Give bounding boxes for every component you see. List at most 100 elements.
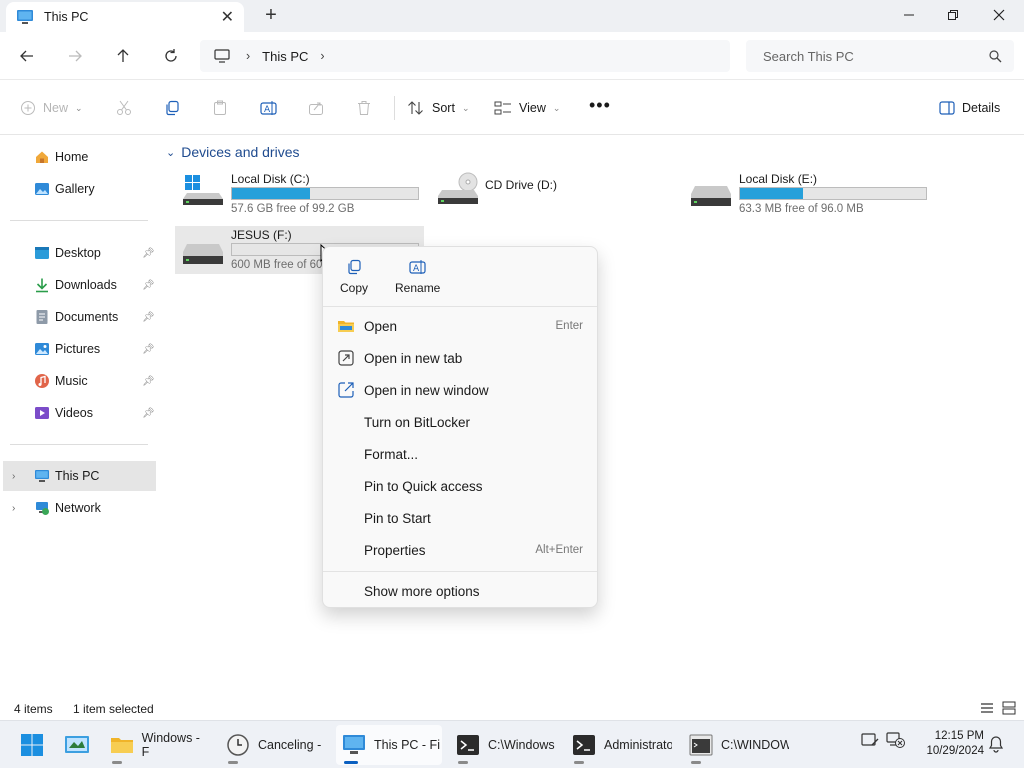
address-bar[interactable]: › This PC › xyxy=(200,40,730,72)
menu-item-open-in-new-tab[interactable]: Open in new tab xyxy=(327,343,593,373)
drive-d[interactable]: CD Drive (D:) xyxy=(430,170,680,218)
sidebar-item-home[interactable]: Home xyxy=(0,142,156,172)
context-copy-button[interactable]: Copy xyxy=(340,259,368,295)
trash-icon xyxy=(358,101,370,115)
forward-icon[interactable] xyxy=(63,44,87,68)
taskbar-task-administrator[interactable]: Administrato xyxy=(566,725,672,765)
paste-button[interactable] xyxy=(212,96,228,120)
taskbar-task-cmd[interactable]: C:\WINDOW xyxy=(683,725,789,765)
back-icon[interactable] xyxy=(15,44,39,68)
sidebar-item-music[interactable]: Music 📌︎ xyxy=(0,366,156,396)
drive-usage-bar xyxy=(739,187,927,200)
cd-drive-icon xyxy=(438,172,478,204)
new-tab-icon[interactable]: + xyxy=(262,4,280,27)
pictures-icon xyxy=(35,343,49,355)
menu-item-pin-to-start[interactable]: Pin to Start xyxy=(327,503,593,533)
menu-item-open-in-new-window[interactable]: Open in new window xyxy=(327,375,593,405)
minimize-icon[interactable] xyxy=(886,0,932,30)
sidebar-item-desktop[interactable]: Desktop 📌︎ xyxy=(0,238,156,268)
restore-icon[interactable] xyxy=(930,0,976,30)
context-menu-quick-actions: Copy A Rename xyxy=(323,247,597,307)
documents-icon xyxy=(36,310,48,324)
pin-icon[interactable]: 📌︎ xyxy=(142,248,155,259)
menu-item-label: Show more options xyxy=(364,583,480,599)
copy-button[interactable] xyxy=(164,96,180,120)
sidebar-item-label: Downloads xyxy=(55,278,117,292)
sidebar-item-gallery[interactable]: Gallery xyxy=(0,174,156,204)
up-icon[interactable] xyxy=(111,44,135,68)
details-button[interactable]: Details xyxy=(939,96,1000,120)
menu-item-turn-on-bitlocker[interactable]: Turn on BitLocker xyxy=(327,407,593,437)
pin-icon[interactable]: 📌︎ xyxy=(142,280,155,291)
new-button[interactable]: New ⌄ xyxy=(20,96,83,120)
chevron-right-icon[interactable]: › xyxy=(12,503,15,514)
drive-e[interactable]: Local Disk (E:) 63.3 MB free of 96.0 MB xyxy=(683,170,933,218)
sidebar-item-videos[interactable]: Videos 📌︎ xyxy=(0,398,156,428)
sidebar-item-documents[interactable]: Documents 📌︎ xyxy=(0,302,156,332)
sidebar-item-this-pc[interactable]: › This PC xyxy=(3,461,156,491)
taskbar-widget-button[interactable] xyxy=(60,725,96,765)
selection-count: 1 item selected xyxy=(73,702,154,716)
menu-item-open[interactable]: Open Enter xyxy=(327,311,593,341)
task-running-indicator xyxy=(112,761,122,764)
notifications-icon[interactable] xyxy=(988,735,1004,753)
menu-item-show-more-options[interactable]: Show more options xyxy=(327,576,593,606)
search-input[interactable]: Search This PC xyxy=(763,49,988,64)
network-status-icon[interactable] xyxy=(886,731,906,749)
breadcrumb-this-pc[interactable]: This PC xyxy=(262,49,308,64)
tab-this-pc[interactable]: This PC ✕ xyxy=(6,2,244,32)
section-devices-and-drives[interactable]: ⌄ Devices and drives xyxy=(166,144,300,160)
pin-icon[interactable]: 📌︎ xyxy=(142,344,155,355)
search-box[interactable]: Search This PC xyxy=(746,40,1014,72)
chevron-right-icon[interactable]: › xyxy=(12,471,15,482)
gallery-icon xyxy=(35,183,49,195)
taskbar-task-canceling[interactable]: Canceling - xyxy=(220,725,326,765)
menu-item-label: Open xyxy=(364,318,398,334)
this-pc-icon xyxy=(343,735,365,754)
delete-button[interactable] xyxy=(356,96,372,120)
view-button[interactable]: View ⌄ xyxy=(494,96,560,120)
pin-icon[interactable]: 📌︎ xyxy=(142,376,155,387)
search-icon[interactable] xyxy=(988,49,1002,63)
share-icon xyxy=(309,102,323,115)
sort-button[interactable]: Sort ⌄ xyxy=(407,96,469,120)
start-button[interactable] xyxy=(14,725,50,765)
chevron-down-icon[interactable]: ⌄ xyxy=(166,146,175,159)
taskbar-task-windows-terminal[interactable]: C:\Windows xyxy=(450,725,558,765)
menu-item-format[interactable]: Format... xyxy=(327,439,593,469)
tiles-view-icon[interactable] xyxy=(1002,701,1016,715)
task-label: Canceling - xyxy=(258,738,322,752)
close-icon[interactable] xyxy=(976,0,1022,30)
task-running-indicator xyxy=(228,761,238,764)
taskbar-task-this-pc[interactable]: This PC - Fi xyxy=(336,725,442,765)
rename-button[interactable]: A xyxy=(260,96,277,120)
hard-drive-icon xyxy=(183,244,223,264)
sidebar-item-pictures[interactable]: Pictures 📌︎ xyxy=(0,334,156,364)
share-button[interactable] xyxy=(308,96,324,120)
pin-icon[interactable]: 📌︎ xyxy=(142,408,155,419)
refresh-icon[interactable] xyxy=(159,44,183,68)
more-options-icon[interactable]: ••• xyxy=(589,93,611,117)
cut-button[interactable] xyxy=(116,96,132,120)
sidebar-item-network[interactable]: › Network xyxy=(0,493,156,523)
pin-icon[interactable]: 📌︎ xyxy=(142,312,155,323)
folder-open-icon xyxy=(338,321,354,332)
menu-item-pin-to-quick-access[interactable]: Pin to Quick access xyxy=(327,471,593,501)
details-view-icon[interactable] xyxy=(980,702,994,714)
menu-item-properties[interactable]: Properties Alt+Enter xyxy=(327,535,593,565)
windows-logo-icon xyxy=(21,734,43,756)
sidebar-item-downloads[interactable]: Downloads 📌︎ xyxy=(0,270,156,300)
drive-c[interactable]: Local Disk (C:) 57.6 GB free of 99.2 GB xyxy=(175,170,425,218)
menu-item-label: Pin to Quick access xyxy=(364,478,483,494)
system-clock[interactable]: 12:15 PM 10/29/2024 xyxy=(914,729,984,759)
taskbar-task-windows-folder[interactable]: Windows - F xyxy=(104,725,210,765)
sidebar-item-label: Gallery xyxy=(55,182,95,196)
pen-menu-icon[interactable] xyxy=(861,731,879,749)
task-label: Administrato xyxy=(604,738,672,752)
task-running-indicator xyxy=(458,761,468,764)
context-rename-button[interactable]: A Rename xyxy=(395,259,440,295)
tab-close-icon[interactable]: ✕ xyxy=(221,7,234,27)
drive-name: Local Disk (E:) xyxy=(739,172,818,186)
breadcrumb-chevron-icon[interactable]: › xyxy=(320,49,324,63)
breadcrumb-chevron-icon[interactable]: › xyxy=(246,49,250,63)
